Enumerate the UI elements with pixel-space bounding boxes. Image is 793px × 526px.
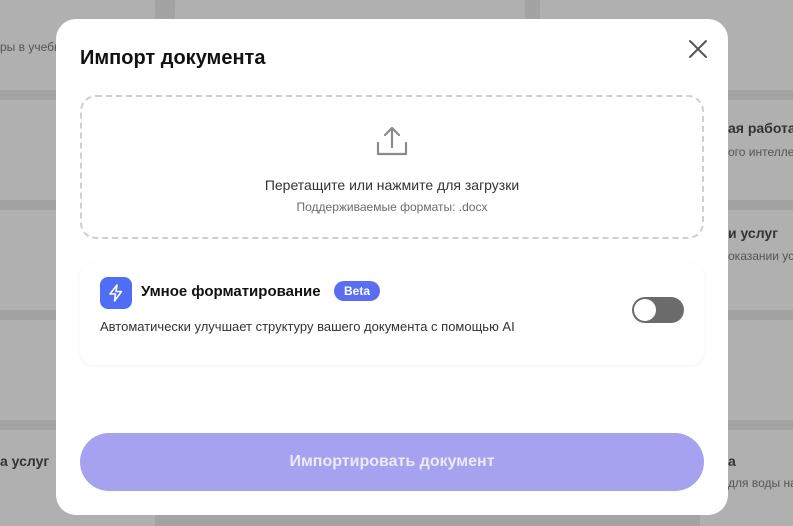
smart-formatting-card: Умное форматирование Beta Автоматически … — [80, 263, 704, 365]
toggle-knob — [634, 299, 656, 321]
file-dropzone[interactable]: Перетащите или нажмите для загрузки Подд… — [80, 95, 704, 239]
close-icon — [689, 40, 707, 58]
background-text: оказании усл — [728, 249, 793, 263]
dropzone-formats: Поддерживаемые форматы: .docx — [296, 200, 488, 214]
background-text: для воды на — [728, 476, 793, 490]
background-text: ого интеллек — [728, 145, 793, 159]
smart-formatting-title: Умное форматирование — [141, 283, 321, 300]
background-text: ая работа — [728, 120, 793, 136]
background-text: а услуг — [0, 453, 50, 469]
smart-formatting-toggle[interactable] — [632, 297, 684, 323]
upload-icon — [374, 123, 410, 159]
import-document-button[interactable]: Импортировать документ — [80, 433, 704, 491]
dropzone-title: Перетащите или нажмите для загрузки — [264, 177, 520, 193]
background-text: а — [728, 453, 736, 469]
background-text: ры в учебн — [0, 40, 61, 54]
lightning-icon — [100, 277, 132, 309]
background-text: и услуг — [728, 225, 779, 241]
beta-badge: Beta — [334, 281, 381, 301]
import-document-modal: Импорт документа Перетащите или нажмите … — [56, 19, 728, 515]
smart-formatting-description: Автоматически улучшает структуру вашего … — [100, 319, 515, 334]
modal-title: Импорт документа — [80, 47, 266, 69]
close-button[interactable] — [686, 37, 710, 61]
